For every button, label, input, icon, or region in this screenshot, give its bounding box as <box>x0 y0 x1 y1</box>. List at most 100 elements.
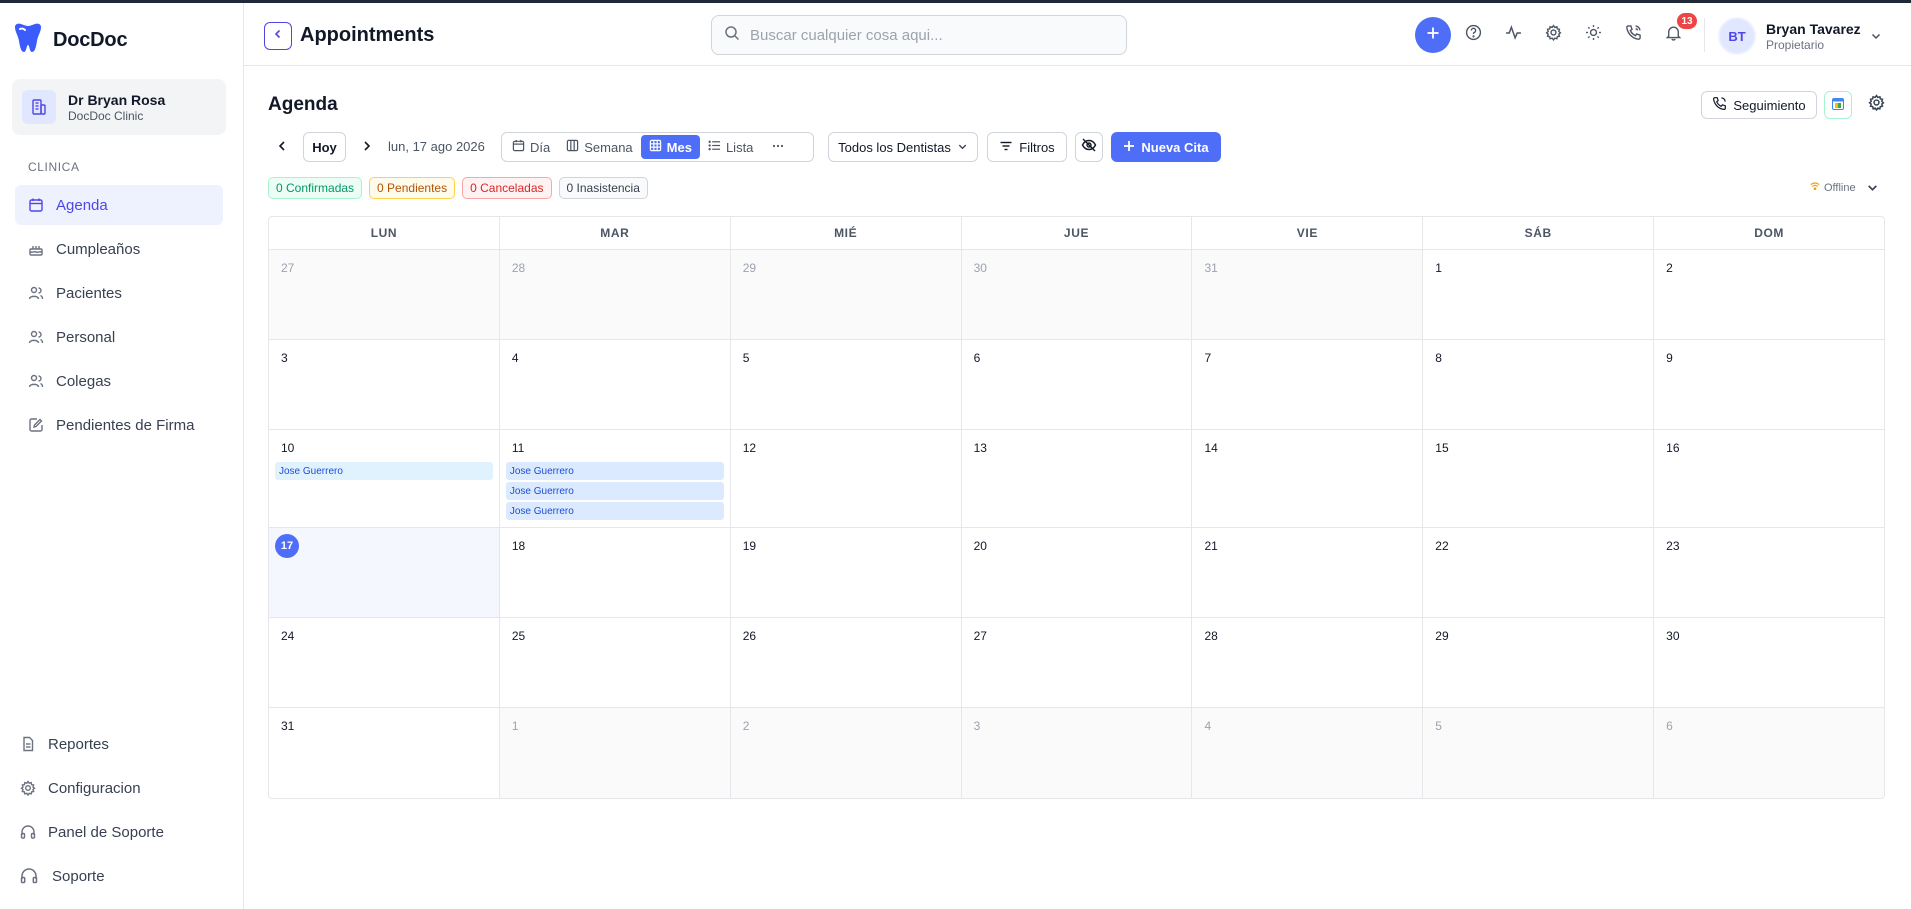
calendar-day-cell[interactable]: 4 <box>1192 708 1424 798</box>
settings-button[interactable] <box>1543 24 1563 45</box>
plus-icon <box>1426 26 1440 45</box>
dentist-select[interactable]: Todos los Dentistas <box>828 132 978 162</box>
appointment-event[interactable]: Jose Guerrero <box>275 462 493 480</box>
calendar-day-cell[interactable]: 30 <box>1654 618 1884 707</box>
chevron-right-icon[interactable] <box>360 139 374 153</box>
today-indicator: 17 <box>275 534 299 558</box>
calendar-day-cell[interactable]: 27 <box>962 618 1193 707</box>
sidebar-item-reportes[interactable]: Reportes <box>20 724 230 764</box>
calendar-day-cell[interactable]: 23 <box>1654 528 1884 617</box>
sidebar-item-personal[interactable]: Personal <box>15 317 223 357</box>
quick-add-button[interactable] <box>1415 17 1451 53</box>
calendar-day-cell[interactable]: 26 <box>731 618 962 707</box>
agenda-settings-button[interactable] <box>1866 94 1886 115</box>
calendar-day-cell[interactable]: 8 <box>1423 340 1655 429</box>
view-day-label: Día <box>530 139 551 155</box>
calendar-day-cell[interactable]: 20 <box>962 528 1193 617</box>
calendar-day-cell[interactable]: 18 <box>500 528 731 617</box>
calendar-day-cell[interactable]: 5 <box>1423 708 1655 798</box>
filters-label: Filtros <box>1019 139 1055 155</box>
help-button[interactable] <box>1463 24 1483 45</box>
clinic-selector[interactable]: Dr Bryan Rosa DocDoc Clinic <box>12 79 226 135</box>
calendar-day-today[interactable]: 17 <box>269 528 500 617</box>
calendar-day-cell[interactable]: 12 <box>731 430 962 527</box>
status-badge-no-show[interactable]: 0 Inasistencia <box>558 177 648 199</box>
notifications-button[interactable] <box>1663 25 1683 45</box>
user-name[interactable]: Bryan Tavarez <box>1766 21 1861 37</box>
search-bar[interactable] <box>711 15 1127 55</box>
calendar-day-cell[interactable]: 3 <box>961 708 1193 798</box>
sidebar-item-cumpleanos[interactable]: Cumpleaños <box>15 229 223 269</box>
sidebar-item-panel-soporte[interactable]: Panel de Soporte <box>20 812 230 852</box>
calls-button[interactable] <box>1623 25 1643 45</box>
appointment-event[interactable]: Jose Guerrero <box>505 462 724 480</box>
connection-status: Offline <box>1810 181 1856 194</box>
calendar-day-cell[interactable]: 14 <box>1192 430 1424 527</box>
chevron-left-icon[interactable] <box>275 139 289 153</box>
today-button[interactable]: Hoy <box>303 132 346 162</box>
calendar-day-cell[interactable]: 30 <box>961 250 1193 339</box>
view-week-button[interactable]: Semana <box>558 135 640 159</box>
calendar-day-cell[interactable]: 31 <box>1192 250 1424 339</box>
calendar-day-cell[interactable]: 4 <box>500 340 731 429</box>
filters-button[interactable]: Filtros <box>987 132 1067 162</box>
new-appointment-button[interactable]: Nueva Cita <box>1111 132 1221 162</box>
followup-button[interactable]: Seguimiento <box>1701 91 1817 119</box>
calendar-day-cell[interactable]: 16 <box>1654 430 1884 527</box>
view-month-button[interactable]: Mes <box>640 135 700 159</box>
back-button[interactable] <box>264 22 292 50</box>
sidebar-item-pacientes[interactable]: Pacientes <box>15 273 223 313</box>
calendar-day-cell[interactable]: 6 <box>962 340 1193 429</box>
sidebar-item-colegas[interactable]: Colegas <box>15 361 223 401</box>
status-badge-cancelled[interactable]: 0 Canceladas <box>462 177 552 199</box>
calendar-day-cell[interactable]: 2 <box>1654 250 1884 339</box>
calendar-day-cell[interactable]: 25 <box>500 618 731 707</box>
current-date-label: lun, 17 ago 2026 <box>388 139 485 154</box>
status-badge-pending[interactable]: 0 Pendientes <box>369 177 456 199</box>
calendar-day-cell[interactable]: 7 <box>1192 340 1424 429</box>
appointment-event[interactable]: Jose Guerrero <box>505 502 724 520</box>
calendar-day-cell[interactable]: 29 <box>730 250 962 339</box>
calendar-day-cell[interactable]: 9 <box>1654 340 1884 429</box>
toggle-visibility-button[interactable] <box>1075 132 1103 162</box>
calendar-day-cell[interactable]: 15 <box>1423 430 1655 527</box>
brand[interactable]: DocDoc <box>11 21 128 60</box>
view-day-button[interactable]: Día <box>504 135 558 159</box>
calendar-day-cell[interactable]: 11 Jose Guerrero Jose Guerrero Jose Guerrer… <box>500 430 731 527</box>
sidebar-item-pendientes-firma[interactable]: Pendientes de Firma <box>15 405 223 445</box>
sidebar-item-agenda[interactable]: Agenda <box>15 185 223 225</box>
search-input[interactable] <box>750 26 1110 44</box>
calendar-day-cell[interactable]: 31 <box>269 708 500 798</box>
activity-button[interactable] <box>1503 24 1523 45</box>
avatar[interactable]: BT <box>1718 17 1756 55</box>
calendar-day-cell[interactable]: 1 <box>499 708 731 798</box>
status-badge-confirmed[interactable]: 0 Confirmadas <box>268 177 363 199</box>
sidebar-item-soporte[interactable]: Soporte <box>20 856 230 896</box>
chevron-down-icon[interactable] <box>1866 181 1879 199</box>
google-calendar-icon <box>1832 97 1844 113</box>
calendar-day-cell[interactable]: 22 <box>1423 528 1655 617</box>
calendar-day-cell[interactable]: 28 <box>499 250 731 339</box>
appointment-event[interactable]: Jose Guerrero <box>505 482 724 500</box>
calendar-day-cell[interactable]: 13 <box>962 430 1193 527</box>
calendar-day-cell[interactable]: 27 <box>269 250 500 339</box>
day-number: 21 <box>1204 539 1218 553</box>
more-views-button[interactable] <box>761 135 795 159</box>
calendar-day-cell[interactable]: 3 <box>269 340 500 429</box>
calendar-day-cell[interactable]: 5 <box>731 340 962 429</box>
calendar-day-cell[interactable]: 1 <box>1423 250 1655 339</box>
calendar-day-cell[interactable]: 19 <box>731 528 962 617</box>
calendar-sync-button[interactable] <box>1824 91 1852 119</box>
calendar-day-cell[interactable]: 21 <box>1192 528 1424 617</box>
calendar-day-cell[interactable]: 2 <box>730 708 962 798</box>
chevron-down-icon[interactable] <box>1870 29 1882 47</box>
sidebar-nav: Agenda Cumpleaños Pacientes Personal Col… <box>15 185 223 449</box>
calendar-day-cell[interactable]: 24 <box>269 618 500 707</box>
theme-toggle-button[interactable] <box>1583 25 1603 45</box>
sidebar-item-configuracion[interactable]: Configuracion <box>20 768 230 808</box>
calendar-day-cell[interactable]: 29 <box>1423 618 1655 707</box>
view-list-button[interactable]: Lista <box>700 135 761 159</box>
calendar-day-cell[interactable]: 6 <box>1654 708 1884 798</box>
calendar-day-cell[interactable]: 28 <box>1192 618 1424 707</box>
calendar-day-cell[interactable]: 10 Jose Guerrero <box>269 430 500 527</box>
